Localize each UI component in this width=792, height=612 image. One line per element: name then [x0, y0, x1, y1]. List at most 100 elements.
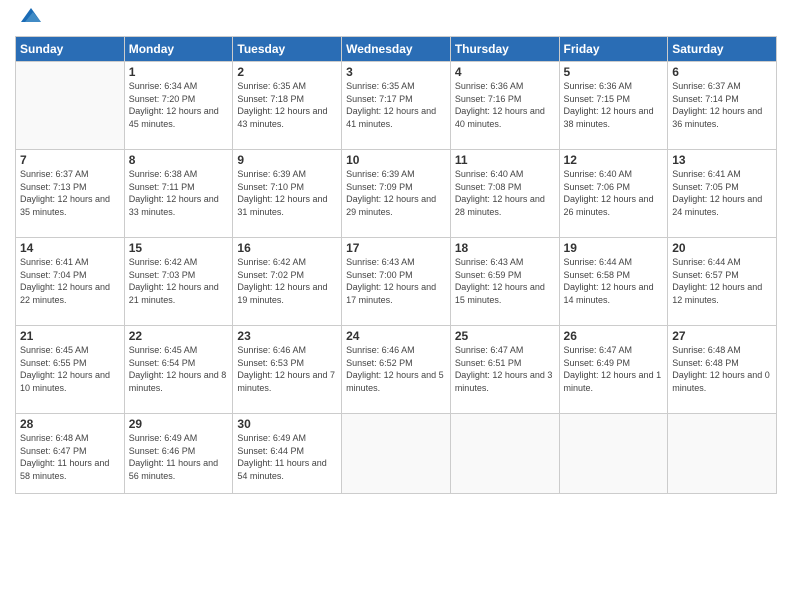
day-number: 15: [129, 241, 229, 255]
calendar-cell: [16, 62, 125, 150]
calendar-cell: 7Sunrise: 6:37 AMSunset: 7:13 PMDaylight…: [16, 150, 125, 238]
day-info: Sunrise: 6:38 AMSunset: 7:11 PMDaylight:…: [129, 168, 229, 218]
day-number: 24: [346, 329, 446, 343]
day-info: Sunrise: 6:37 AMSunset: 7:14 PMDaylight:…: [672, 80, 772, 130]
calendar-cell: 27Sunrise: 6:48 AMSunset: 6:48 PMDayligh…: [668, 326, 777, 414]
day-info: Sunrise: 6:40 AMSunset: 7:06 PMDaylight:…: [564, 168, 664, 218]
calendar-table: SundayMondayTuesdayWednesdayThursdayFrid…: [15, 36, 777, 494]
week-row-4: 21Sunrise: 6:45 AMSunset: 6:55 PMDayligh…: [16, 326, 777, 414]
calendar-cell: 18Sunrise: 6:43 AMSunset: 6:59 PMDayligh…: [450, 238, 559, 326]
logo: [15, 14, 43, 28]
day-info: Sunrise: 6:35 AMSunset: 7:18 PMDaylight:…: [237, 80, 337, 130]
calendar-cell: [668, 414, 777, 494]
day-number: 8: [129, 153, 229, 167]
day-number: 29: [129, 417, 229, 431]
day-number: 4: [455, 65, 555, 79]
day-info: Sunrise: 6:48 AMSunset: 6:47 PMDaylight:…: [20, 432, 120, 482]
calendar-cell: 24Sunrise: 6:46 AMSunset: 6:52 PMDayligh…: [342, 326, 451, 414]
calendar-cell: 13Sunrise: 6:41 AMSunset: 7:05 PMDayligh…: [668, 150, 777, 238]
calendar-cell: 16Sunrise: 6:42 AMSunset: 7:02 PMDayligh…: [233, 238, 342, 326]
day-number: 17: [346, 241, 446, 255]
calendar-cell: 21Sunrise: 6:45 AMSunset: 6:55 PMDayligh…: [16, 326, 125, 414]
day-info: Sunrise: 6:36 AMSunset: 7:15 PMDaylight:…: [564, 80, 664, 130]
calendar-cell: 23Sunrise: 6:46 AMSunset: 6:53 PMDayligh…: [233, 326, 342, 414]
day-number: 2: [237, 65, 337, 79]
calendar-cell: 12Sunrise: 6:40 AMSunset: 7:06 PMDayligh…: [559, 150, 668, 238]
week-row-3: 14Sunrise: 6:41 AMSunset: 7:04 PMDayligh…: [16, 238, 777, 326]
calendar-cell: 26Sunrise: 6:47 AMSunset: 6:49 PMDayligh…: [559, 326, 668, 414]
day-info: Sunrise: 6:42 AMSunset: 7:03 PMDaylight:…: [129, 256, 229, 306]
day-info: Sunrise: 6:47 AMSunset: 6:49 PMDaylight:…: [564, 344, 664, 394]
day-info: Sunrise: 6:41 AMSunset: 7:05 PMDaylight:…: [672, 168, 772, 218]
day-info: Sunrise: 6:39 AMSunset: 7:09 PMDaylight:…: [346, 168, 446, 218]
day-number: 21: [20, 329, 120, 343]
weekday-header-saturday: Saturday: [668, 37, 777, 62]
week-row-1: 1Sunrise: 6:34 AMSunset: 7:20 PMDaylight…: [16, 62, 777, 150]
day-number: 10: [346, 153, 446, 167]
calendar-cell: 10Sunrise: 6:39 AMSunset: 7:09 PMDayligh…: [342, 150, 451, 238]
header: [15, 10, 777, 28]
calendar-cell: [450, 414, 559, 494]
day-info: Sunrise: 6:49 AMSunset: 6:44 PMDaylight:…: [237, 432, 337, 482]
day-info: Sunrise: 6:34 AMSunset: 7:20 PMDaylight:…: [129, 80, 229, 130]
page: SundayMondayTuesdayWednesdayThursdayFrid…: [0, 0, 792, 612]
calendar-cell: [342, 414, 451, 494]
day-number: 13: [672, 153, 772, 167]
calendar-cell: 14Sunrise: 6:41 AMSunset: 7:04 PMDayligh…: [16, 238, 125, 326]
day-info: Sunrise: 6:37 AMSunset: 7:13 PMDaylight:…: [20, 168, 120, 218]
calendar-cell: [559, 414, 668, 494]
calendar-cell: 1Sunrise: 6:34 AMSunset: 7:20 PMDaylight…: [124, 62, 233, 150]
day-number: 1: [129, 65, 229, 79]
day-info: Sunrise: 6:45 AMSunset: 6:55 PMDaylight:…: [20, 344, 120, 394]
weekday-header-tuesday: Tuesday: [233, 37, 342, 62]
calendar-cell: 2Sunrise: 6:35 AMSunset: 7:18 PMDaylight…: [233, 62, 342, 150]
calendar-cell: 15Sunrise: 6:42 AMSunset: 7:03 PMDayligh…: [124, 238, 233, 326]
day-number: 6: [672, 65, 772, 79]
weekday-header-row: SundayMondayTuesdayWednesdayThursdayFrid…: [16, 37, 777, 62]
calendar-cell: 28Sunrise: 6:48 AMSunset: 6:47 PMDayligh…: [16, 414, 125, 494]
calendar-cell: 19Sunrise: 6:44 AMSunset: 6:58 PMDayligh…: [559, 238, 668, 326]
calendar-cell: 3Sunrise: 6:35 AMSunset: 7:17 PMDaylight…: [342, 62, 451, 150]
week-row-2: 7Sunrise: 6:37 AMSunset: 7:13 PMDaylight…: [16, 150, 777, 238]
weekday-header-wednesday: Wednesday: [342, 37, 451, 62]
day-info: Sunrise: 6:46 AMSunset: 6:53 PMDaylight:…: [237, 344, 337, 394]
day-number: 9: [237, 153, 337, 167]
calendar-cell: 25Sunrise: 6:47 AMSunset: 6:51 PMDayligh…: [450, 326, 559, 414]
day-number: 18: [455, 241, 555, 255]
day-info: Sunrise: 6:43 AMSunset: 7:00 PMDaylight:…: [346, 256, 446, 306]
calendar-cell: 8Sunrise: 6:38 AMSunset: 7:11 PMDaylight…: [124, 150, 233, 238]
day-info: Sunrise: 6:49 AMSunset: 6:46 PMDaylight:…: [129, 432, 229, 482]
calendar-cell: 29Sunrise: 6:49 AMSunset: 6:46 PMDayligh…: [124, 414, 233, 494]
day-info: Sunrise: 6:35 AMSunset: 7:17 PMDaylight:…: [346, 80, 446, 130]
day-number: 3: [346, 65, 446, 79]
day-number: 14: [20, 241, 120, 255]
calendar-cell: 11Sunrise: 6:40 AMSunset: 7:08 PMDayligh…: [450, 150, 559, 238]
weekday-header-friday: Friday: [559, 37, 668, 62]
day-info: Sunrise: 6:48 AMSunset: 6:48 PMDaylight:…: [672, 344, 772, 394]
logo-icon: [19, 4, 43, 28]
week-row-5: 28Sunrise: 6:48 AMSunset: 6:47 PMDayligh…: [16, 414, 777, 494]
day-number: 26: [564, 329, 664, 343]
day-info: Sunrise: 6:44 AMSunset: 6:58 PMDaylight:…: [564, 256, 664, 306]
calendar-cell: 17Sunrise: 6:43 AMSunset: 7:00 PMDayligh…: [342, 238, 451, 326]
day-number: 20: [672, 241, 772, 255]
day-number: 27: [672, 329, 772, 343]
day-number: 11: [455, 153, 555, 167]
day-info: Sunrise: 6:36 AMSunset: 7:16 PMDaylight:…: [455, 80, 555, 130]
day-number: 22: [129, 329, 229, 343]
day-number: 30: [237, 417, 337, 431]
calendar-cell: 6Sunrise: 6:37 AMSunset: 7:14 PMDaylight…: [668, 62, 777, 150]
day-info: Sunrise: 6:47 AMSunset: 6:51 PMDaylight:…: [455, 344, 555, 394]
calendar-cell: 9Sunrise: 6:39 AMSunset: 7:10 PMDaylight…: [233, 150, 342, 238]
calendar-cell: 20Sunrise: 6:44 AMSunset: 6:57 PMDayligh…: [668, 238, 777, 326]
day-number: 25: [455, 329, 555, 343]
calendar-cell: 30Sunrise: 6:49 AMSunset: 6:44 PMDayligh…: [233, 414, 342, 494]
weekday-header-sunday: Sunday: [16, 37, 125, 62]
day-number: 23: [237, 329, 337, 343]
day-number: 19: [564, 241, 664, 255]
day-info: Sunrise: 6:40 AMSunset: 7:08 PMDaylight:…: [455, 168, 555, 218]
day-number: 7: [20, 153, 120, 167]
calendar-cell: 4Sunrise: 6:36 AMSunset: 7:16 PMDaylight…: [450, 62, 559, 150]
weekday-header-monday: Monday: [124, 37, 233, 62]
day-number: 5: [564, 65, 664, 79]
